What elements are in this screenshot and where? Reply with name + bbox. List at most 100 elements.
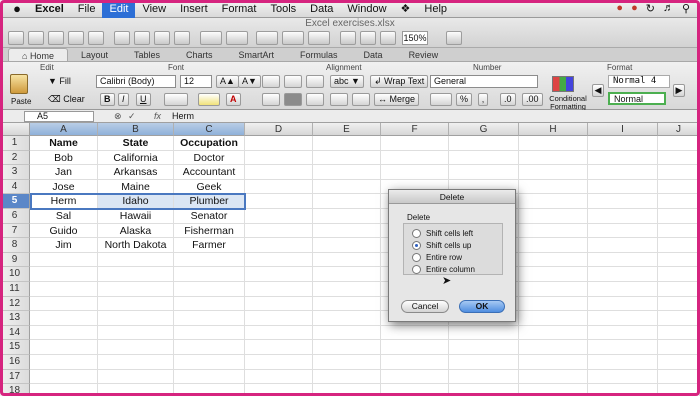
cell-j16[interactable] bbox=[658, 355, 700, 370]
column-header-i[interactable]: I bbox=[588, 123, 658, 136]
cell-i1[interactable] bbox=[588, 136, 658, 151]
cell-h13[interactable] bbox=[519, 311, 588, 326]
formula-input[interactable]: Herm bbox=[172, 111, 194, 122]
column-header-f[interactable]: F bbox=[381, 123, 449, 136]
option-shift-cells-up[interactable]: Shift cells up bbox=[412, 240, 471, 251]
menu-view[interactable]: View bbox=[135, 0, 173, 18]
cell-j17[interactable] bbox=[658, 369, 700, 385]
number-format-select[interactable]: General bbox=[430, 75, 538, 88]
row-header-14[interactable]: 14 bbox=[0, 325, 30, 341]
cell-c15[interactable] bbox=[174, 340, 245, 355]
cell-i11[interactable] bbox=[588, 282, 658, 297]
cell-h10[interactable] bbox=[519, 267, 588, 282]
cell-b17[interactable] bbox=[98, 369, 174, 385]
clear-button[interactable]: ⌫ Clear bbox=[48, 94, 85, 105]
row-header-9[interactable]: 9 bbox=[0, 252, 30, 268]
cell-e7[interactable] bbox=[313, 223, 381, 239]
row-header-18[interactable]: 18 bbox=[0, 384, 30, 396]
row-header-4[interactable]: 4 bbox=[0, 179, 30, 195]
gallery-icon[interactable] bbox=[340, 31, 356, 45]
cell-a6[interactable]: Sal bbox=[30, 209, 98, 224]
cell-h17[interactable] bbox=[519, 369, 588, 385]
cell-h16[interactable] bbox=[519, 355, 588, 370]
italic-button[interactable]: I bbox=[118, 93, 129, 106]
cell-g1[interactable] bbox=[449, 136, 519, 151]
cell-d2[interactable] bbox=[245, 150, 313, 166]
align-left-icon[interactable] bbox=[262, 93, 280, 106]
row-header-3[interactable]: 3 bbox=[0, 165, 30, 180]
cell-j5[interactable] bbox=[658, 194, 700, 209]
column-header-h[interactable]: H bbox=[519, 123, 588, 136]
paste-label[interactable]: Paste bbox=[11, 97, 31, 106]
radio-shift-cells-left[interactable] bbox=[412, 229, 421, 238]
cell-a16[interactable] bbox=[30, 355, 98, 370]
ok-button[interactable]: OK bbox=[459, 300, 505, 313]
paste-clipboard-icon[interactable] bbox=[10, 74, 28, 94]
cell-a9[interactable] bbox=[30, 252, 98, 268]
cell-f15[interactable] bbox=[381, 340, 449, 355]
select-all-corner[interactable] bbox=[0, 123, 30, 136]
currency-icon[interactable] bbox=[430, 93, 452, 106]
cell-e12[interactable] bbox=[313, 296, 381, 312]
tab-formulas[interactable]: Formulas bbox=[287, 48, 351, 61]
cell-c14[interactable] bbox=[174, 325, 245, 341]
row-header-6[interactable]: 6 bbox=[0, 209, 30, 224]
cell-i2[interactable] bbox=[588, 150, 658, 166]
font-color-icon[interactable]: A bbox=[226, 93, 241, 106]
cell-g2[interactable] bbox=[449, 150, 519, 166]
cell-h7[interactable] bbox=[519, 223, 588, 239]
cell-i10[interactable] bbox=[588, 267, 658, 282]
copy-icon[interactable] bbox=[134, 31, 150, 45]
menu-edit[interactable]: Edit bbox=[102, 0, 136, 18]
cell-b11[interactable] bbox=[98, 282, 174, 297]
cell-d11[interactable] bbox=[245, 282, 313, 297]
cut-icon[interactable] bbox=[114, 31, 130, 45]
cell-a4[interactable]: Jose bbox=[30, 179, 98, 195]
row-header-15[interactable]: 15 bbox=[0, 340, 30, 355]
cell-f3[interactable] bbox=[381, 165, 449, 180]
radio-entire-column[interactable] bbox=[412, 265, 421, 274]
cell-j18[interactable] bbox=[658, 384, 700, 396]
row-header-10[interactable]: 10 bbox=[0, 267, 30, 282]
volume-icon[interactable]: ♬ bbox=[663, 2, 674, 15]
cell-h5[interactable] bbox=[519, 194, 588, 209]
font-name-select[interactable]: Calibri (Body) bbox=[96, 75, 176, 88]
style-normal-4[interactable]: Normal 4 bbox=[608, 75, 670, 88]
cell-e2[interactable] bbox=[313, 150, 381, 166]
format-painter-icon[interactable] bbox=[174, 31, 190, 45]
row-header-16[interactable]: 16 bbox=[0, 355, 30, 370]
row-header-12[interactable]: 12 bbox=[0, 296, 30, 312]
cell-a17[interactable] bbox=[30, 369, 98, 385]
new-icon[interactable] bbox=[8, 31, 24, 45]
cell-h14[interactable] bbox=[519, 325, 588, 341]
filter-icon[interactable] bbox=[308, 31, 330, 45]
cell-c18[interactable] bbox=[174, 384, 245, 396]
cell-j3[interactable] bbox=[658, 165, 700, 180]
cell-i13[interactable] bbox=[588, 311, 658, 326]
cell-d14[interactable] bbox=[245, 325, 313, 341]
cell-c8[interactable]: Farmer bbox=[174, 238, 245, 253]
cell-c7[interactable]: Fisherman bbox=[174, 223, 245, 239]
menu-tools[interactable]: Tools bbox=[263, 0, 303, 18]
row-header-17[interactable]: 17 bbox=[0, 369, 30, 385]
cell-j10[interactable] bbox=[658, 267, 700, 282]
conditional-formatting-icon[interactable] bbox=[552, 76, 574, 92]
text-direction-button[interactable]: abc ▼ bbox=[330, 75, 364, 88]
zoom-level[interactable]: 150% bbox=[402, 31, 428, 45]
styles-next-icon[interactable]: ▶ bbox=[673, 84, 685, 97]
cell-h3[interactable] bbox=[519, 165, 588, 180]
cell-f18[interactable] bbox=[381, 384, 449, 396]
cell-g14[interactable] bbox=[449, 325, 519, 341]
radio-entire-row[interactable] bbox=[412, 253, 421, 262]
cell-b9[interactable] bbox=[98, 252, 174, 268]
cell-i7[interactable] bbox=[588, 223, 658, 239]
row-header-2[interactable]: 2 bbox=[0, 150, 30, 166]
cell-d9[interactable] bbox=[245, 252, 313, 268]
save-icon[interactable] bbox=[68, 31, 84, 45]
cell-h6[interactable] bbox=[519, 209, 588, 224]
row-header-8[interactable]: 8 bbox=[0, 238, 30, 253]
font-size-select[interactable]: 12 bbox=[180, 75, 212, 88]
cell-b4[interactable]: Maine bbox=[98, 179, 174, 195]
zoom-arrow-icon[interactable] bbox=[446, 31, 462, 45]
conditional-formatting-label[interactable]: Conditional Formatting bbox=[546, 95, 590, 111]
